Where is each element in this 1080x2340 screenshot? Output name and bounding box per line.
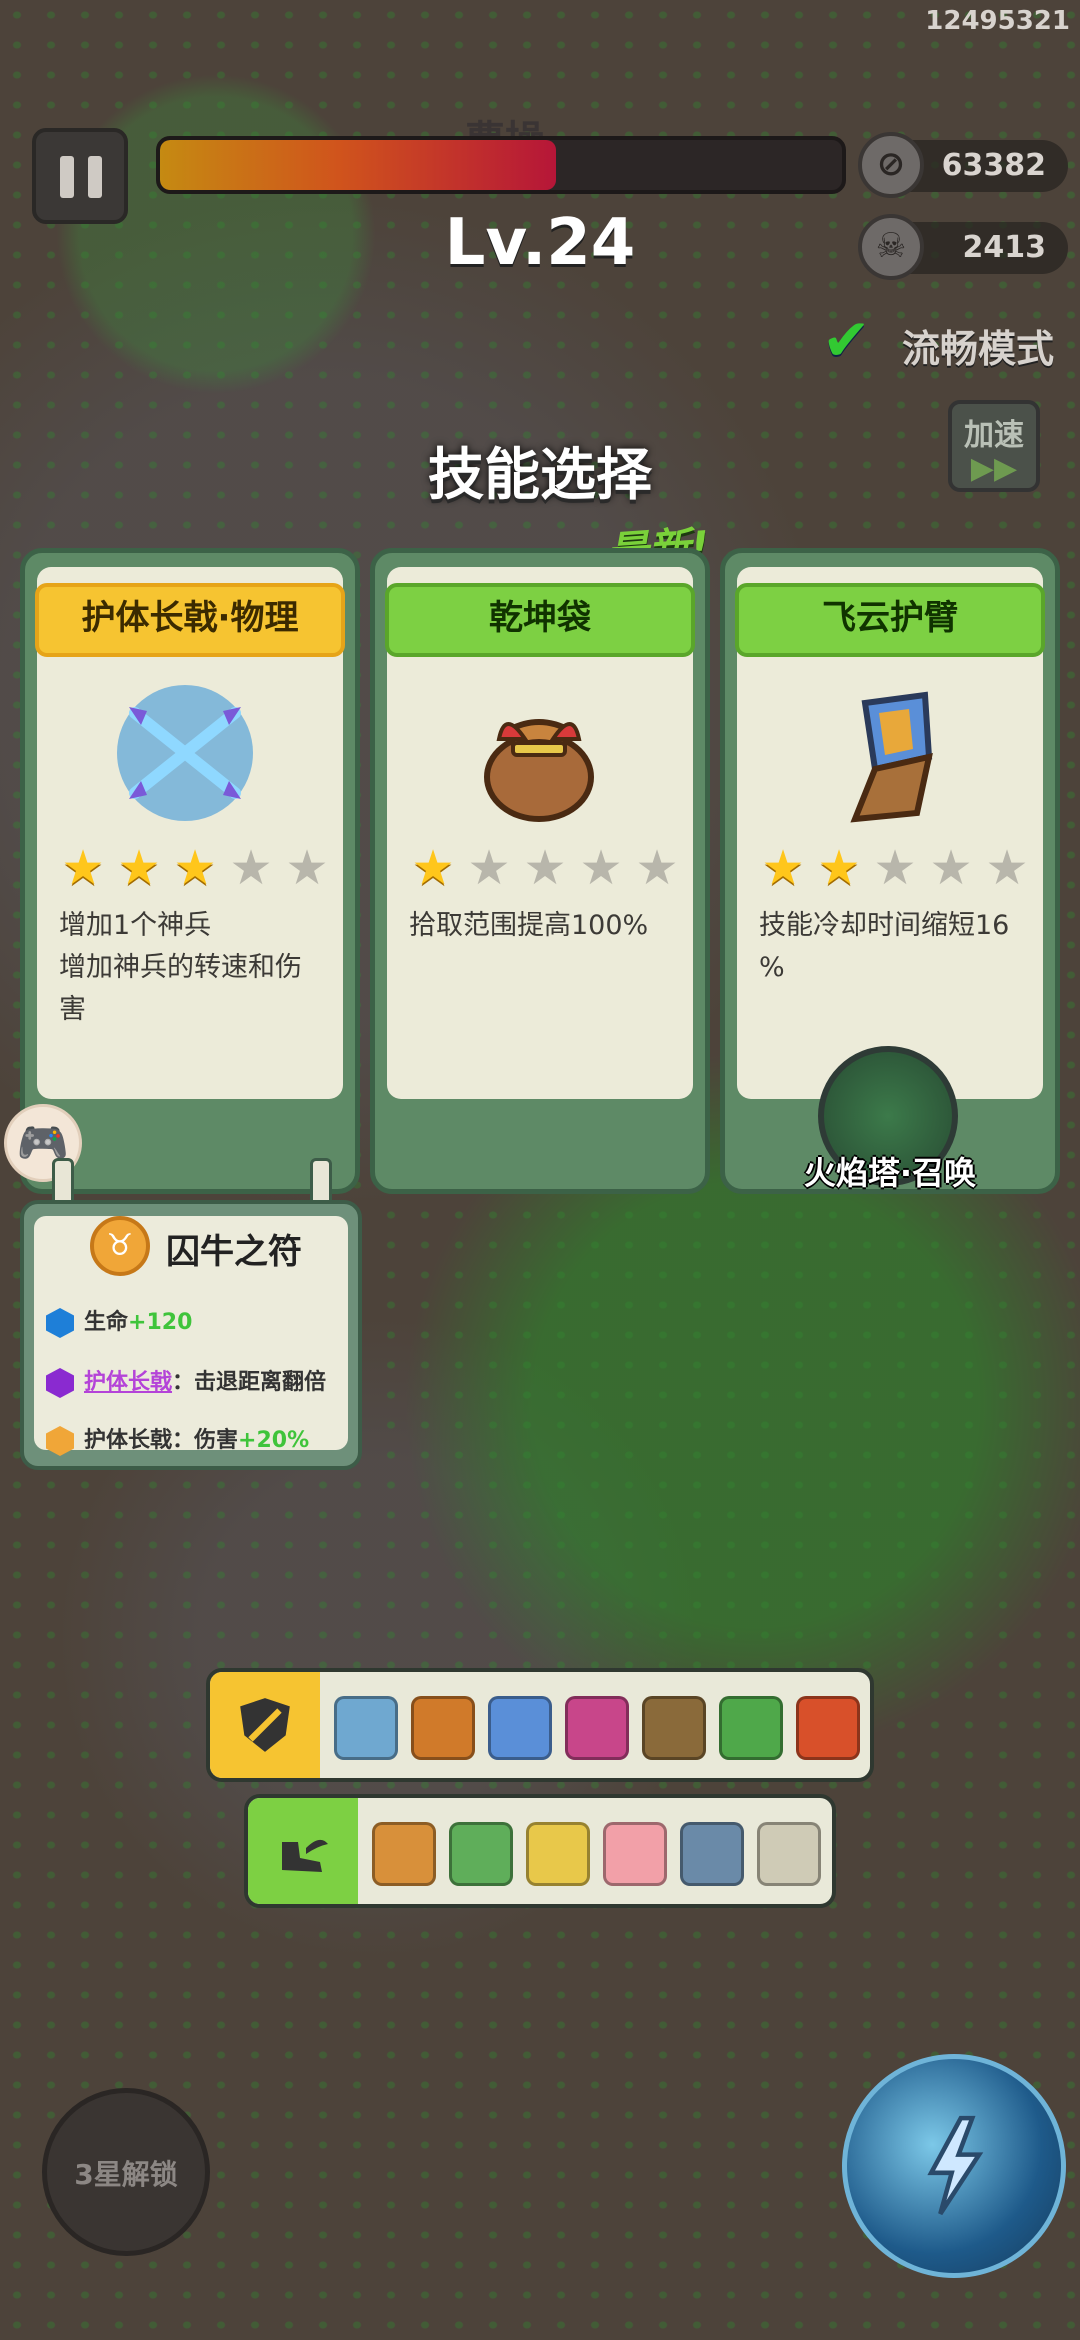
ox-talisman-icon: ♉ bbox=[90, 1216, 150, 1276]
star-icon: ★ bbox=[579, 840, 623, 896]
row-value: +120 bbox=[128, 1310, 193, 1335]
desc-line: 害 bbox=[59, 994, 86, 1025]
equipment-slot-icon[interactable] bbox=[642, 1696, 706, 1760]
skull-icon: ☠ bbox=[858, 214, 924, 280]
row-bonus: +20% bbox=[238, 1428, 310, 1453]
skill-select-title: 技能选择 bbox=[428, 443, 652, 508]
hexagon-icon bbox=[46, 1308, 74, 1338]
skill-card-desc: 技能冷却时间缩短16 % bbox=[759, 905, 1035, 989]
halberd-skill-icon bbox=[117, 685, 253, 821]
equipment-slot-icon[interactable] bbox=[372, 1822, 436, 1886]
passives-bar-lead bbox=[248, 1798, 358, 1904]
star-icon: ★ bbox=[285, 840, 329, 896]
lightning-icon bbox=[927, 2115, 984, 2216]
pause-icon bbox=[60, 156, 74, 198]
coin-value: 63382 bbox=[941, 148, 1046, 183]
bracer-icon bbox=[850, 691, 933, 823]
skill-card-desc: 增加1个神兵 增加神兵的转速和伤 害 bbox=[59, 905, 335, 1031]
equipment-slot-icon[interactable] bbox=[526, 1822, 590, 1886]
summon-label: 火焰塔·召唤 bbox=[803, 1154, 977, 1192]
row-label: 护体长戟 bbox=[84, 1370, 173, 1395]
boss-hp-bar bbox=[156, 136, 846, 194]
talisman-name: 囚牛之符 bbox=[166, 1232, 302, 1272]
kill-value: 2413 bbox=[962, 230, 1047, 265]
hexagon-icon bbox=[46, 1426, 74, 1456]
desc-line: 增加神兵的转速和伤 bbox=[59, 952, 302, 983]
ultimate-skill-button[interactable] bbox=[842, 2054, 1066, 2278]
desc-line: 拾取范围提高100% bbox=[409, 910, 649, 941]
star-icon: ★ bbox=[873, 840, 917, 896]
pause-icon-bar bbox=[88, 156, 102, 198]
equipment-slot-icon[interactable] bbox=[411, 1696, 475, 1760]
skill-card-name: 乾坤袋 bbox=[385, 583, 695, 657]
player-uid: 12495321 bbox=[925, 6, 1070, 36]
skill-card-desc: 拾取范围提高100% bbox=[409, 905, 685, 947]
talisman-row: 生命+120 bbox=[46, 1304, 192, 1338]
star-icon: ★ bbox=[761, 840, 805, 896]
equipment-slot-icon[interactable] bbox=[603, 1822, 667, 1886]
star-icon: ★ bbox=[117, 840, 161, 896]
equipment-slot-icon[interactable] bbox=[488, 1696, 552, 1760]
equipment-slot-icon[interactable] bbox=[680, 1822, 744, 1886]
kill-counter: ☠ 2413 bbox=[858, 214, 1068, 280]
row-label: 生命 bbox=[84, 1310, 129, 1335]
star-icon: ★ bbox=[467, 840, 511, 896]
hexagon-icon bbox=[46, 1368, 74, 1398]
desc-line: 增加1个神兵 bbox=[59, 910, 212, 941]
equipment-slot-icon[interactable] bbox=[719, 1696, 783, 1760]
skill-card-1[interactable]: 护体长戟·物理 ★ ★ ★ ★ ★ 增加1个神兵 增加神兵的转速和伤 害 bbox=[20, 548, 360, 1194]
equipment-slot-icon[interactable] bbox=[565, 1696, 629, 1760]
row-sep: ： bbox=[172, 1428, 195, 1453]
weapons-bar-lead bbox=[210, 1672, 320, 1778]
coin-icon: ⊘ bbox=[858, 132, 924, 198]
star-icon: ★ bbox=[817, 840, 861, 896]
talisman-row: 护体长戟：击退距离翻倍 bbox=[46, 1364, 326, 1398]
winged-boot-icon bbox=[282, 1839, 328, 1872]
weapons-bar bbox=[206, 1668, 874, 1782]
skill-card-name: 飞云护臂 bbox=[735, 583, 1045, 657]
shield-sword-icon bbox=[240, 1698, 290, 1752]
smooth-mode-label: 流畅模式 bbox=[902, 327, 1055, 371]
card-stars: ★ ★ ★ ★ ★ bbox=[405, 843, 695, 893]
star-icon: ★ bbox=[61, 840, 105, 896]
row-label: 护体长戟 bbox=[84, 1428, 173, 1453]
row-sep: ： bbox=[172, 1370, 195, 1395]
treasure-bag-icon bbox=[484, 719, 594, 822]
star-icon: ★ bbox=[173, 840, 217, 896]
lock-label: 3星解锁 bbox=[74, 2158, 178, 2191]
skill-card-2[interactable]: 乾坤袋 ★ ★ ★ ★ ★ 拾取范围提高100% bbox=[370, 548, 710, 1194]
passives-bar bbox=[244, 1794, 836, 1908]
star-icon: ★ bbox=[635, 840, 679, 896]
equipment-slot-icon[interactable] bbox=[796, 1696, 860, 1760]
star-icon: ★ bbox=[411, 840, 455, 896]
star-icon: ★ bbox=[229, 840, 273, 896]
desc-line: 技能冷却时间缩短16 bbox=[759, 910, 1010, 941]
star-icon: ★ bbox=[929, 840, 973, 896]
card-stars: ★ ★ ★ ★ ★ bbox=[55, 843, 345, 893]
equipment-slot-icon[interactable] bbox=[449, 1822, 513, 1886]
equipment-slot-icon[interactable] bbox=[757, 1822, 821, 1886]
row-value: 伤害 bbox=[194, 1428, 239, 1453]
star-icon: ★ bbox=[985, 840, 1029, 896]
talisman-panel: ♉ 囚牛之符 生命+120 护体长戟：击退距离翻倍 护体长戟：伤害+20% bbox=[20, 1200, 362, 1470]
boss-hp-fill bbox=[160, 140, 556, 190]
card-stars: ★ ★ ★ ★ ★ bbox=[755, 843, 1045, 893]
locked-skill-button[interactable]: 3星解锁 bbox=[42, 2088, 210, 2256]
star-icon: ★ bbox=[523, 840, 567, 896]
skill-card-name: 护体长戟·物理 bbox=[35, 583, 345, 657]
row-value: 击退距离翻倍 bbox=[194, 1370, 327, 1395]
coin-counter: ⊘ 63382 bbox=[858, 132, 1068, 198]
equipment-slot-icon[interactable] bbox=[334, 1696, 398, 1760]
checkmark-icon: ✔ bbox=[822, 306, 871, 374]
desc-line: % bbox=[759, 952, 785, 983]
talisman-row: 护体长戟：伤害+20% bbox=[46, 1422, 309, 1456]
